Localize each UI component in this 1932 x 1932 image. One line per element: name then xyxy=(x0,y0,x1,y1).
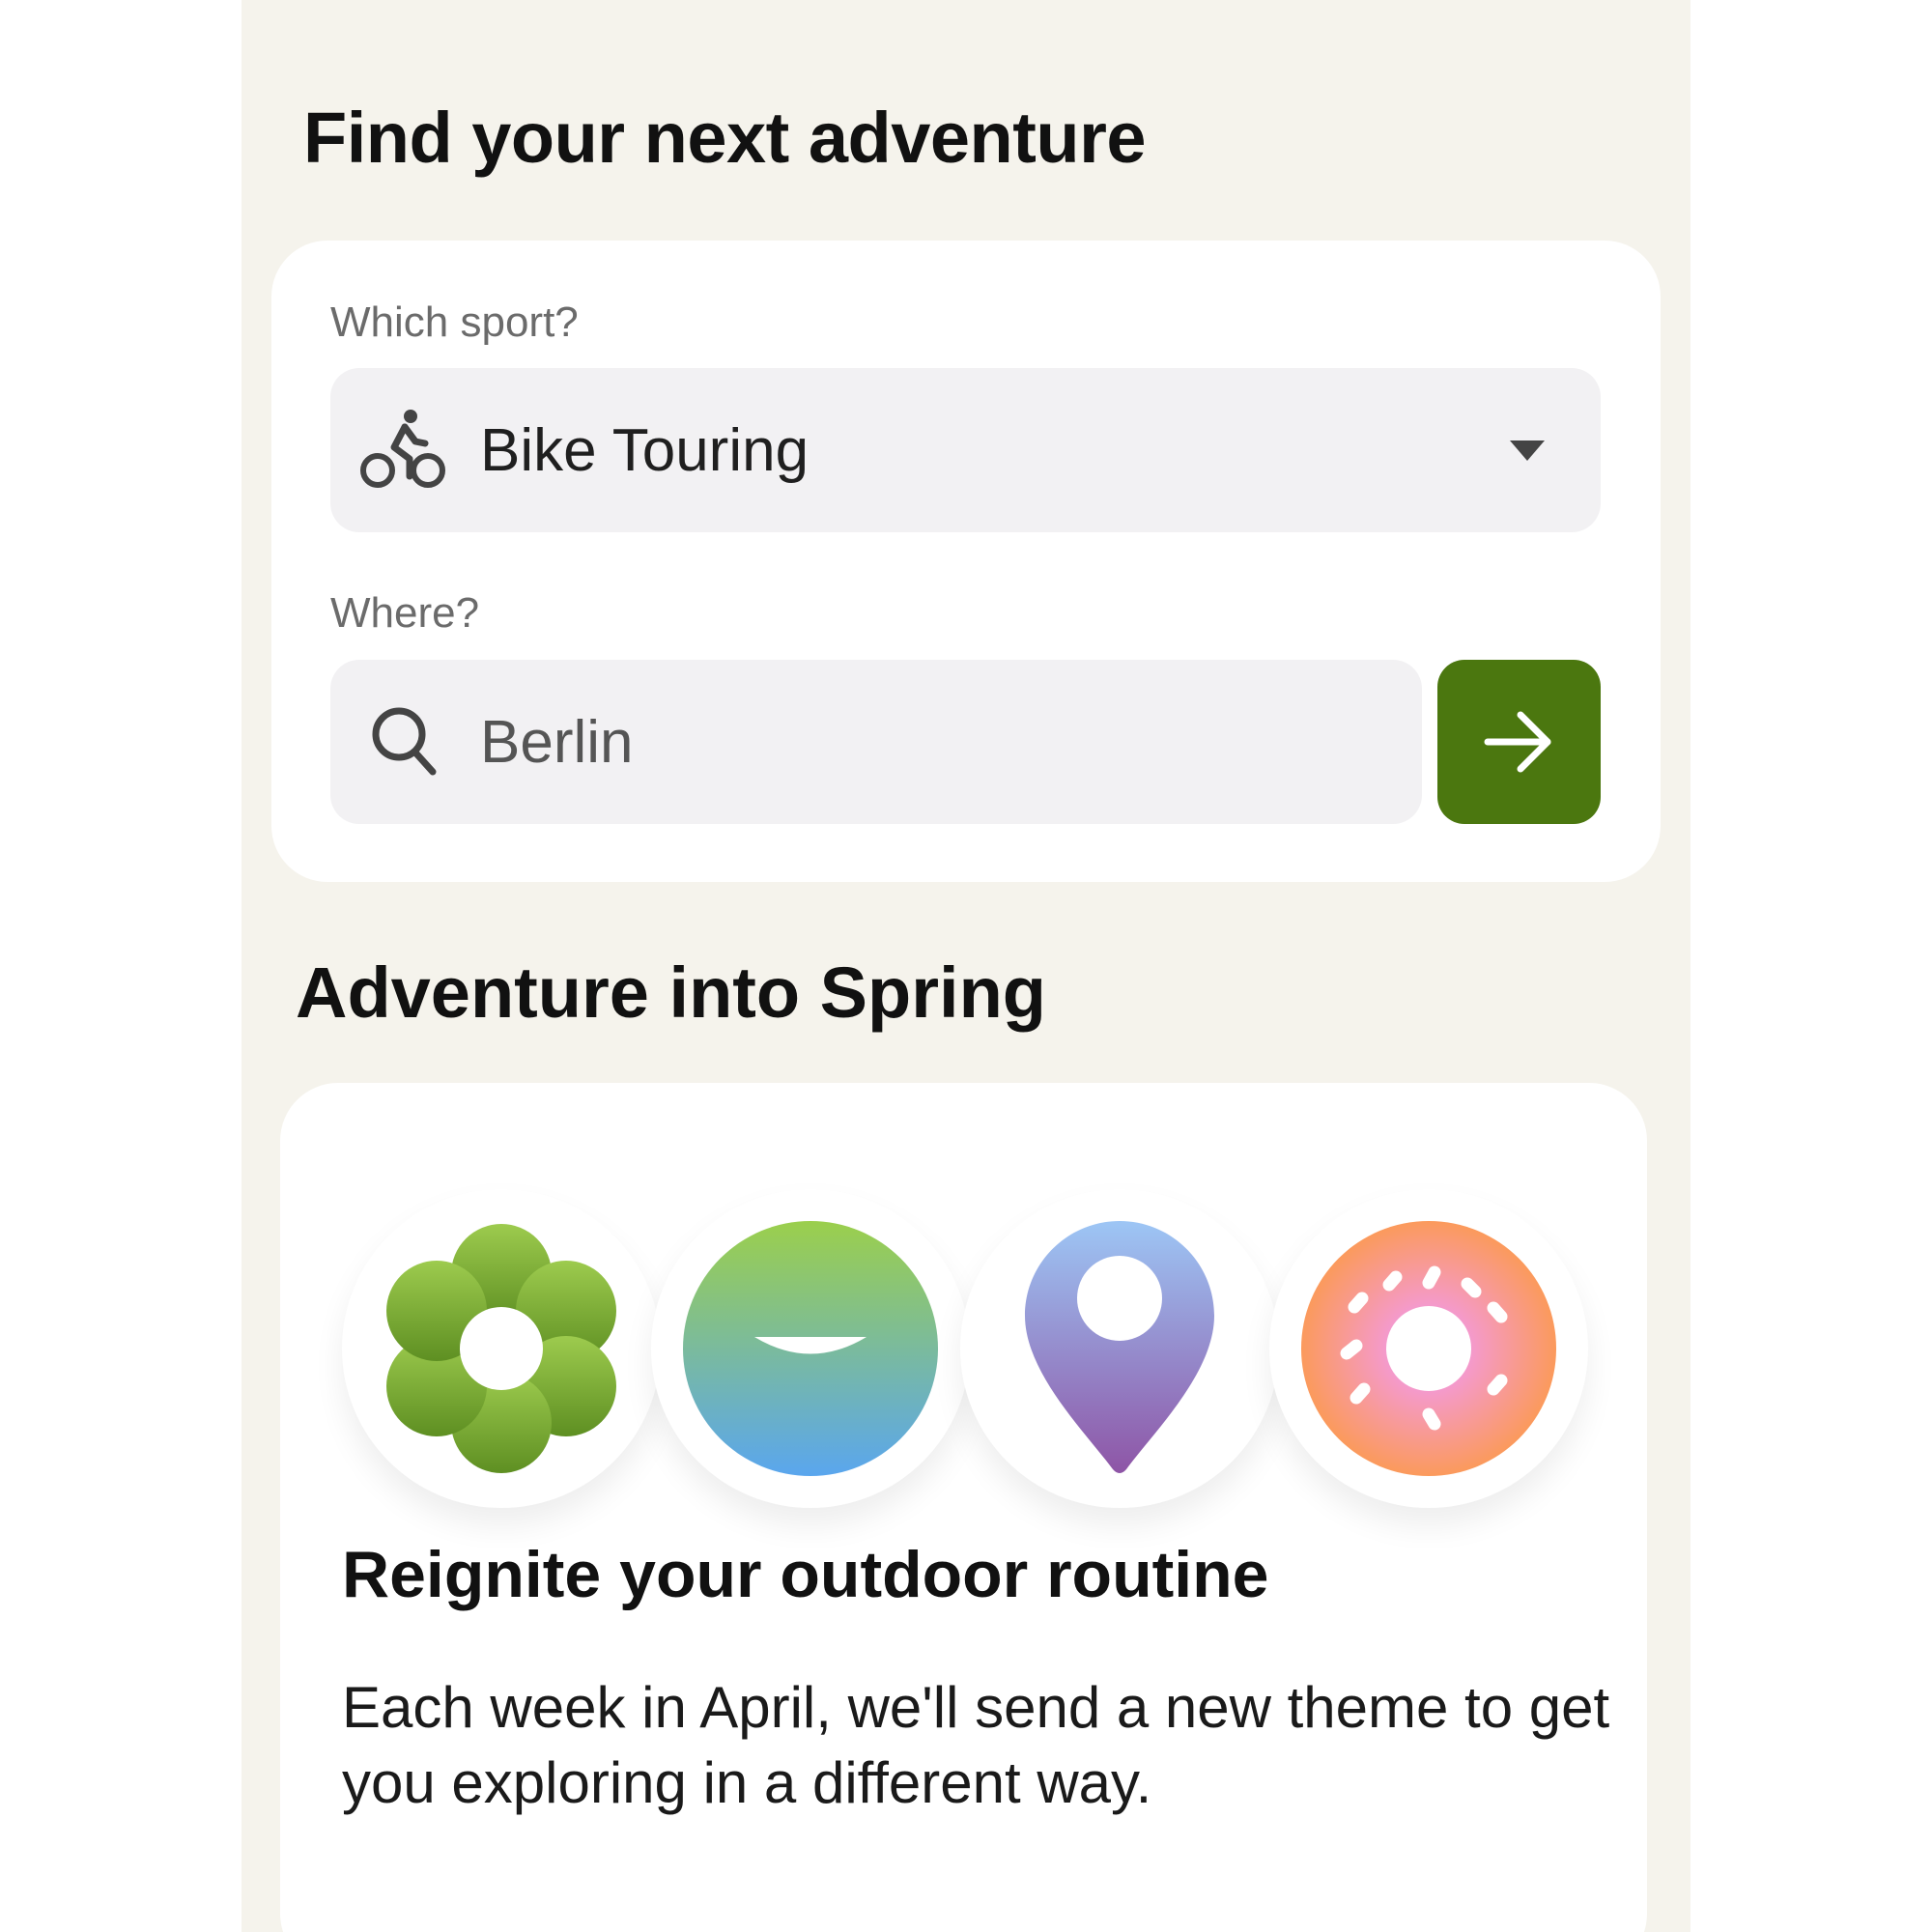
section-title: Adventure into Spring xyxy=(296,952,1046,1033)
badge-donut xyxy=(1269,1189,1588,1508)
badge-smile xyxy=(651,1189,970,1508)
where-value: Berlin xyxy=(480,709,634,776)
where-input[interactable]: Berlin xyxy=(330,660,1422,824)
arrow-right-icon xyxy=(1484,711,1551,773)
sport-label: Which sport? xyxy=(330,298,579,346)
page-title: Find your next adventure xyxy=(303,98,1147,178)
app-screen: Find your next adventure Which sport? Bi… xyxy=(242,0,1690,1932)
badge-flower xyxy=(342,1189,661,1508)
promo-card[interactable]: Reignite your outdoor routine Each week … xyxy=(280,1083,1647,1932)
search-icon xyxy=(372,707,437,776)
sport-value: Bike Touring xyxy=(480,417,810,484)
chevron-down-icon xyxy=(1510,440,1545,461)
where-label: Where? xyxy=(330,589,480,637)
sport-select[interactable]: Bike Touring xyxy=(330,368,1601,532)
smile-icon xyxy=(683,1221,938,1476)
donut-icon xyxy=(1301,1221,1556,1476)
flower-icon xyxy=(386,1224,616,1473)
search-card: Which sport? Bike Touring Where? Berlin xyxy=(271,241,1661,882)
bike-icon xyxy=(360,410,445,488)
search-go-button[interactable] xyxy=(1437,660,1601,824)
map-pin-icon xyxy=(1025,1221,1214,1473)
promo-text: Each week in April, we'll send a new the… xyxy=(342,1675,1610,1815)
promo-title: Reignite your outdoor routine xyxy=(342,1538,1269,1611)
badge-map-pin xyxy=(960,1189,1279,1508)
